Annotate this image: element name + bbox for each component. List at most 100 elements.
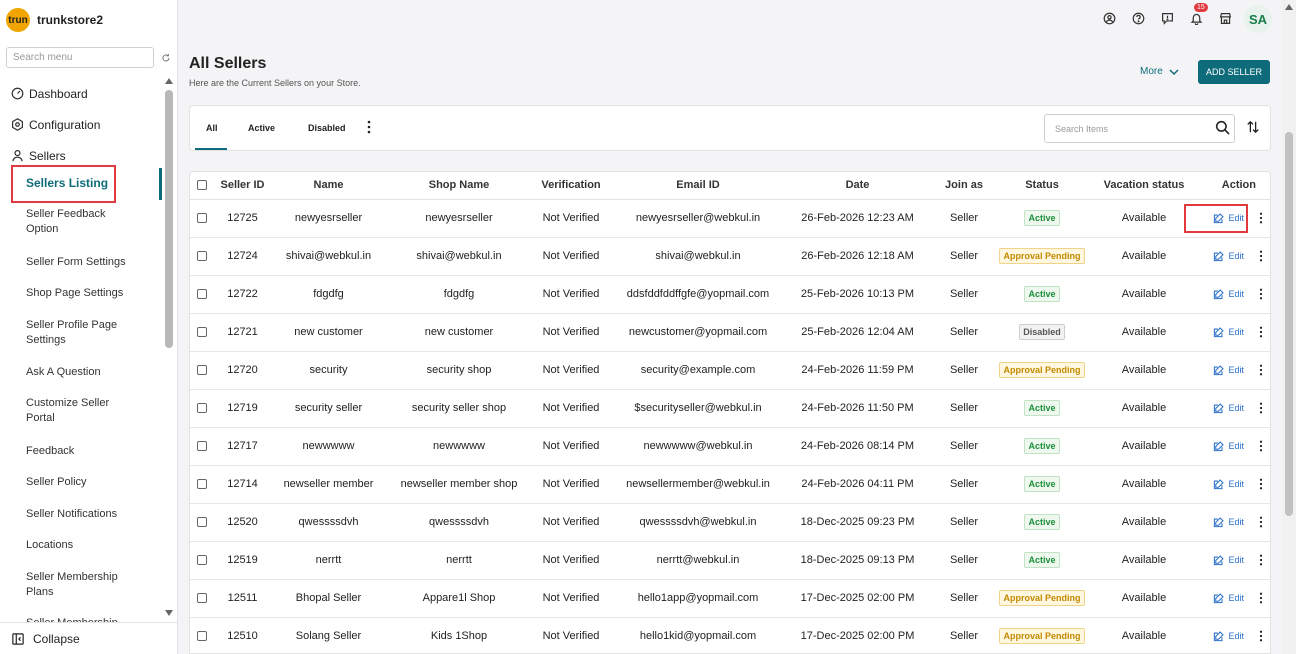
sidebar-item-shop-page-settings[interactable]: Shop Page Settings (0, 286, 123, 301)
more-vertical-icon[interactable] (1258, 326, 1264, 338)
more-vertical-icon[interactable] (1258, 212, 1264, 224)
sidebar-item-ask-a-question[interactable]: Ask A Question (0, 365, 101, 380)
scroll-down-icon[interactable] (165, 610, 173, 616)
join-as-cell: Seller (929, 617, 999, 653)
account-icon[interactable] (1103, 12, 1116, 25)
sidebar-scrollbar-thumb[interactable] (165, 90, 173, 348)
row-checkbox[interactable] (197, 593, 207, 604)
sidebar-item-seller-policy[interactable]: Seller Policy (0, 475, 87, 490)
main-scrollbar[interactable] (1282, 0, 1296, 654)
more-vertical-icon[interactable] (1258, 592, 1264, 604)
sidebar-item-sellers-listing[interactable]: Sellers Listing (11, 165, 116, 203)
sidebar-item-seller-membership-plans[interactable]: Seller Membership Plans (0, 570, 126, 600)
row-checkbox[interactable] (197, 517, 207, 528)
active-indicator (159, 168, 162, 200)
sidebar-item-seller-profile-page-settings[interactable]: Seller Profile Page Settings (0, 318, 130, 348)
table-row: 12510 Solang Seller Kids 1Shop Not Verified… (190, 617, 1270, 653)
filter-bar: All Active Disabled (189, 105, 1271, 151)
sidebar-item-feedback[interactable]: Feedback (0, 444, 74, 459)
column-header[interactable]: Vacation status (1085, 172, 1203, 200)
more-vertical-icon[interactable] (1258, 288, 1264, 300)
sidebar-item-locations[interactable]: Locations (0, 538, 73, 553)
column-header[interactable]: Status (999, 172, 1085, 200)
sidebar-item-configuration[interactable]: Configuration (0, 109, 162, 140)
edit-button[interactable]: Edit (1213, 592, 1244, 604)
row-checkbox[interactable] (197, 555, 207, 566)
sidebar-item-seller-notifications[interactable]: Seller Notifications (0, 507, 117, 522)
sidebar-item-customize-seller-portal[interactable]: Customize Seller Portal (0, 396, 122, 426)
refresh-icon[interactable] (161, 53, 171, 63)
row-checkbox[interactable] (197, 631, 207, 642)
name-cell: new customer (271, 313, 386, 352)
edit-button[interactable]: Edit (1213, 402, 1244, 414)
column-header[interactable]: Verification (532, 172, 610, 200)
scroll-up-icon[interactable] (165, 78, 173, 84)
edit-icon (1214, 364, 1225, 375)
join-as-cell: Seller (929, 465, 999, 504)
bell-icon[interactable] (1190, 12, 1203, 25)
row-checkbox[interactable] (197, 251, 207, 262)
sidebar-item-seller-form-settings[interactable]: Seller Form Settings (0, 255, 126, 270)
more-vertical-icon[interactable] (1258, 630, 1264, 642)
sidebar-item-dashboard[interactable]: Dashboard (0, 78, 162, 109)
more-vertical-icon[interactable] (1258, 554, 1264, 566)
table-row: 12520 qwessssdvh qwessssdvh Not Verified qwe… (190, 503, 1270, 542)
column-header[interactable]: Date (786, 172, 929, 200)
edit-button[interactable]: Edit (1213, 516, 1244, 528)
edit-button[interactable]: Edit (1213, 478, 1244, 490)
edit-button[interactable]: Edit (1213, 250, 1244, 262)
help-icon[interactable] (1132, 12, 1145, 25)
row-checkbox[interactable] (197, 289, 207, 300)
edit-button[interactable]: Edit (1213, 630, 1244, 642)
tab-disabled[interactable]: Disabled (308, 123, 346, 133)
column-header[interactable]: Shop Name (386, 172, 532, 200)
column-header[interactable]: Email ID (610, 172, 786, 200)
sidebar-scrollbar[interactable] (163, 78, 175, 618)
row-checkbox[interactable] (197, 441, 207, 452)
email-cell: ddsfddfddffgfe@yopmail.com (610, 275, 786, 314)
brand[interactable]: trun trunkstore2 (0, 0, 177, 40)
edit-button[interactable]: Edit (1213, 554, 1244, 566)
edit-label: Edit (1228, 631, 1244, 641)
row-checkbox[interactable] (197, 479, 207, 490)
row-checkbox[interactable] (197, 327, 207, 338)
column-header[interactable]: Seller ID (214, 172, 271, 200)
chat-icon[interactable] (1161, 12, 1174, 25)
more-dropdown[interactable]: More (1140, 66, 1179, 77)
select-all-checkbox[interactable] (197, 180, 207, 191)
sort-icon[interactable] (1246, 120, 1260, 134)
more-vertical-icon[interactable] (1258, 364, 1264, 376)
edit-button[interactable]: Edit (1213, 288, 1244, 300)
main-scrollbar-thumb[interactable] (1285, 132, 1293, 516)
tab-all[interactable]: All (206, 123, 218, 133)
top-bar: 15 SA (178, 0, 1282, 38)
date-cell: 18-Dec-2025 09:23 PM (786, 503, 929, 542)
edit-button[interactable]: Edit (1213, 326, 1244, 338)
edit-button[interactable]: Edit (1213, 440, 1244, 452)
more-vertical-icon[interactable] (1258, 250, 1264, 262)
avatar[interactable]: SA (1244, 5, 1272, 33)
sidebar-item-seller-feedback-option[interactable]: Seller Feedback Option (0, 207, 130, 237)
verification-cell: Not Verified (532, 465, 610, 504)
row-checkbox[interactable] (197, 403, 207, 414)
column-header[interactable]: Name (271, 172, 386, 200)
more-vertical-icon[interactable] (1258, 478, 1264, 490)
more-vertical-icon[interactable] (1258, 440, 1264, 452)
store-icon[interactable] (1219, 12, 1232, 25)
row-checkbox[interactable] (197, 365, 207, 376)
add-seller-button[interactable]: ADD SELLER (1198, 60, 1270, 84)
more-vertical-icon[interactable] (365, 120, 373, 134)
more-vertical-icon[interactable] (1258, 402, 1264, 414)
collapse-button[interactable]: Collapse (0, 622, 178, 654)
table-row: 12724 shivai@webkul.in shivai@webkul.in Not… (190, 237, 1270, 276)
column-header[interactable]: Join as (929, 172, 999, 200)
row-checkbox[interactable] (197, 213, 207, 224)
tab-active[interactable]: Active (248, 123, 275, 133)
search-icon[interactable] (1215, 120, 1230, 135)
scroll-up-icon[interactable] (1285, 4, 1293, 10)
more-vertical-icon[interactable] (1258, 516, 1264, 528)
more-label: More (1140, 66, 1163, 77)
search-items-input[interactable] (1044, 114, 1235, 143)
search-menu-input[interactable] (6, 47, 155, 68)
edit-button[interactable]: Edit (1213, 364, 1244, 376)
